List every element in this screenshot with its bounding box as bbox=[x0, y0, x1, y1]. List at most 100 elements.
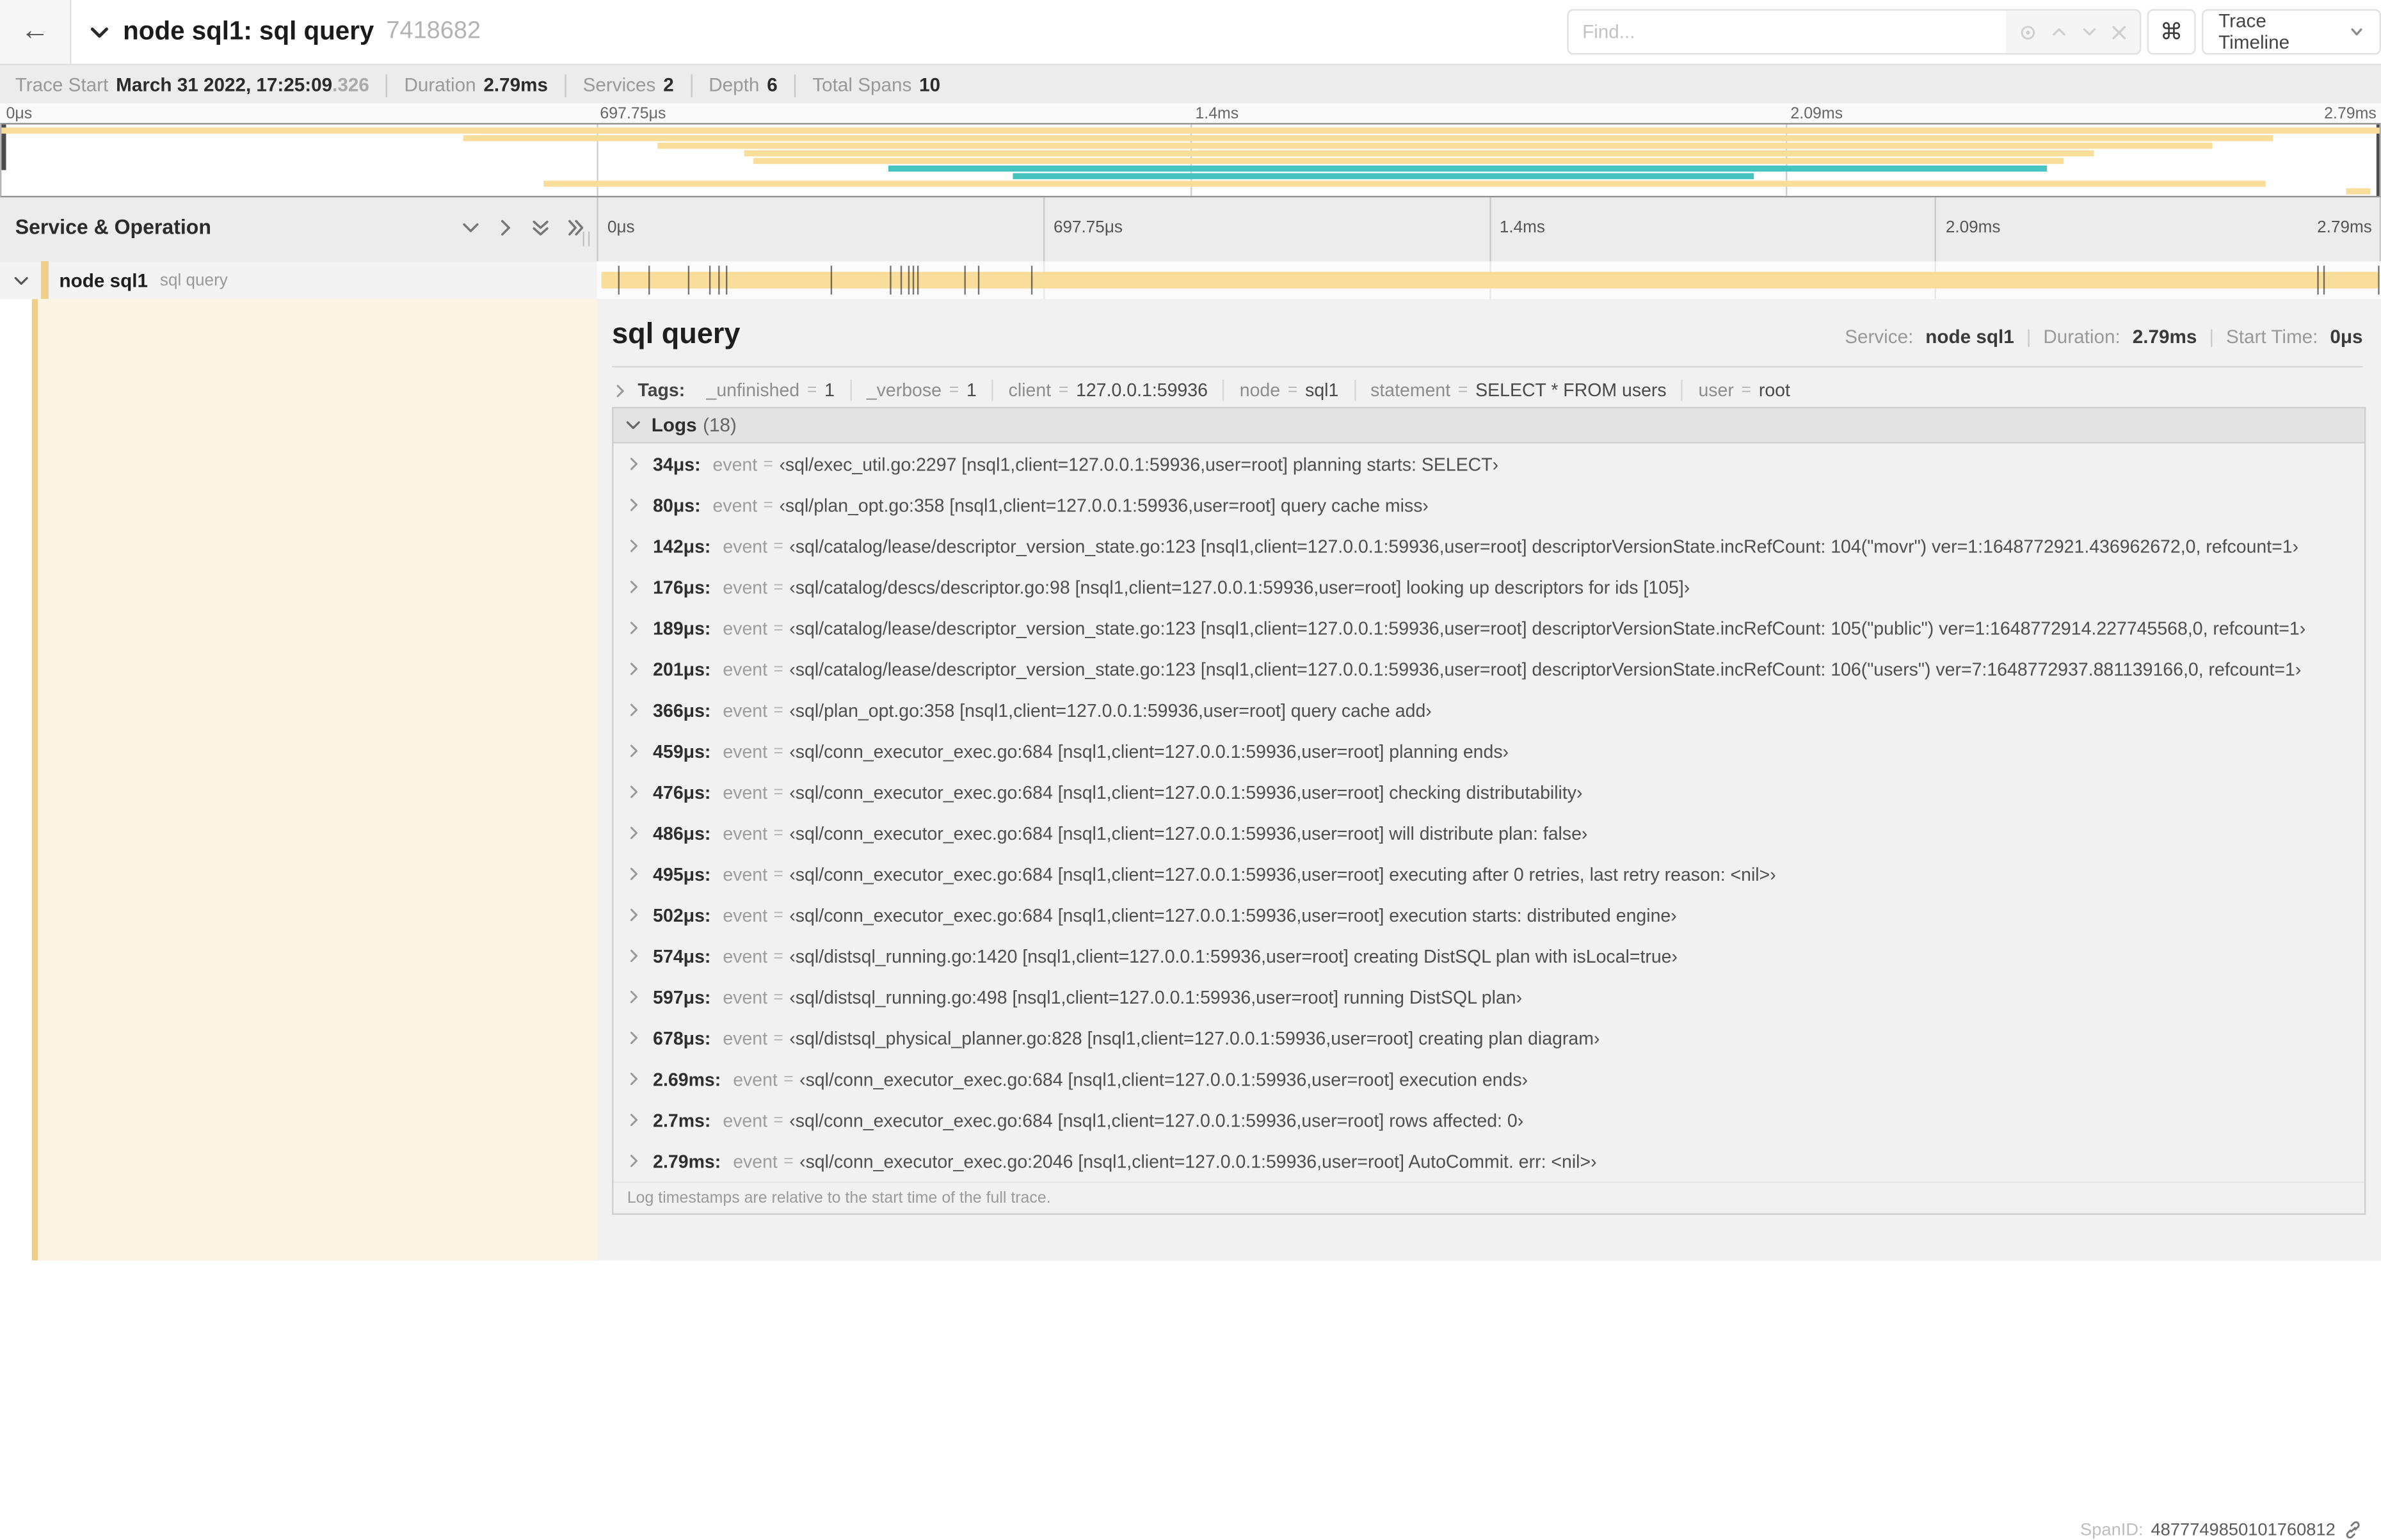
log-equals: = bbox=[773, 865, 783, 883]
tag-key: _verbose bbox=[866, 380, 942, 401]
log-marker-tick bbox=[2323, 266, 2325, 295]
trace-collapse-toggle[interactable] bbox=[88, 20, 111, 44]
chevron-down-icon[interactable] bbox=[12, 271, 30, 289]
log-row[interactable]: 2.79ms: event = ‹sql/conn_executor_exec.… bbox=[613, 1141, 2364, 1182]
depth-value: 6 bbox=[767, 74, 778, 96]
log-equals: = bbox=[773, 906, 783, 924]
span-row-name-cell[interactable]: node sql1 sql query bbox=[0, 261, 597, 301]
trace-title: node sql1: sql query bbox=[123, 17, 374, 46]
column-resizer-handle[interactable]: || bbox=[582, 231, 593, 248]
deep-link-icon[interactable] bbox=[2343, 1520, 2363, 1540]
service-color-strip bbox=[31, 299, 38, 1261]
clear-find-icon[interactable] bbox=[2111, 24, 2128, 40]
chevron-right-icon bbox=[625, 783, 642, 800]
locate-icon[interactable] bbox=[2018, 22, 2038, 42]
command-icon: ⌘ bbox=[2160, 19, 2183, 46]
log-row[interactable]: 366μs: event = ‹sql/plan_opt.go:358 [nsq… bbox=[613, 689, 2364, 730]
prev-match-icon[interactable] bbox=[2050, 23, 2068, 41]
log-equals: = bbox=[773, 824, 783, 842]
log-marker-tick bbox=[2317, 266, 2319, 295]
log-timestamp: 597μs: bbox=[653, 986, 711, 1008]
log-equals: = bbox=[783, 1151, 794, 1170]
log-row[interactable]: 678μs: event = ‹sql/distsql_physical_pla… bbox=[613, 1018, 2364, 1059]
collapse-one-icon[interactable] bbox=[460, 217, 481, 238]
logs-accordion: Logs (18) 34μs: event = ‹sql/exec_util.g… bbox=[612, 406, 2366, 1215]
minimap-canvas[interactable] bbox=[0, 123, 2381, 198]
tag-item: _unfinished = 1 bbox=[691, 380, 852, 401]
log-marker-tick bbox=[978, 266, 981, 295]
log-field-key: event bbox=[733, 1068, 778, 1090]
logs-header[interactable]: Logs (18) bbox=[613, 408, 2364, 444]
next-match-icon[interactable] bbox=[2080, 23, 2098, 41]
log-field-value: ‹sql/distsql_physical_planner.go:828 [ns… bbox=[789, 1027, 1600, 1049]
log-equals: = bbox=[773, 618, 783, 638]
log-field-key: event bbox=[723, 699, 768, 721]
minimap-span-bar bbox=[2346, 188, 2370, 195]
find-input[interactable] bbox=[1568, 10, 2007, 54]
log-marker-tick bbox=[890, 266, 892, 295]
log-timestamp: 574μs: bbox=[653, 945, 711, 967]
tag-key: user bbox=[1698, 380, 1734, 401]
log-row[interactable]: 486μs: event = ‹sql/conn_executor_exec.g… bbox=[613, 812, 2364, 853]
log-row[interactable]: 34μs: event = ‹sql/exec_util.go:2297 [ns… bbox=[613, 444, 2364, 485]
log-row[interactable]: 476μs: event = ‹sql/conn_executor_exec.g… bbox=[613, 771, 2364, 812]
log-row[interactable]: 574μs: event = ‹sql/distsql_running.go:1… bbox=[613, 935, 2364, 976]
span-id-row: SpanID: 4877749850101760812 bbox=[2080, 1520, 2362, 1540]
minimap-span-bar bbox=[743, 150, 2094, 157]
tag-item: client = 127.0.0.1:59936 bbox=[993, 380, 1225, 401]
log-equals: = bbox=[763, 495, 773, 515]
log-row[interactable]: 2.7ms: event = ‹sql/conn_executor_exec.g… bbox=[613, 1100, 2364, 1141]
log-marker-tick bbox=[687, 266, 689, 295]
minimap-right-scrubber[interactable] bbox=[2375, 124, 2380, 197]
log-field-value: ‹sql/exec_util.go:2297 [nsql1,client=127… bbox=[779, 453, 1499, 475]
view-selector-dropdown[interactable]: Trace Timeline bbox=[2202, 9, 2381, 55]
log-marker-tick bbox=[2377, 266, 2379, 295]
log-marker-tick bbox=[725, 266, 727, 295]
log-field-value: ‹sql/catalog/descs/descriptor.go:98 [nsq… bbox=[789, 576, 1690, 598]
back-button[interactable]: ← bbox=[0, 0, 72, 64]
log-row[interactable]: 201μs: event = ‹sql/catalog/lease/descri… bbox=[613, 648, 2364, 689]
log-row[interactable]: 189μs: event = ‹sql/catalog/lease/descri… bbox=[613, 607, 2364, 648]
chevron-down-icon bbox=[624, 416, 642, 434]
chevron-right-icon bbox=[625, 947, 642, 964]
timeline-header-row: Service & Operation || 0μs 697.75μs 1.4m… bbox=[0, 197, 2381, 263]
log-row[interactable]: 142μs: event = ‹sql/catalog/lease/descri… bbox=[613, 525, 2364, 566]
expand-one-icon[interactable] bbox=[495, 217, 516, 238]
log-row[interactable]: 597μs: event = ‹sql/distsql_running.go:4… bbox=[613, 976, 2364, 1017]
log-row[interactable]: 502μs: event = ‹sql/conn_executor_exec.g… bbox=[613, 894, 2364, 935]
log-marker-tick bbox=[963, 266, 966, 295]
span-row: node sql1 sql query bbox=[0, 261, 2381, 301]
keyboard-shortcuts-button[interactable]: ⌘ bbox=[2147, 9, 2196, 55]
tag-item: node = sql1 bbox=[1224, 380, 1356, 401]
minimap-tick: 697.75μs bbox=[600, 104, 666, 124]
log-row[interactable]: 80μs: event = ‹sql/plan_opt.go:358 [nsql… bbox=[613, 485, 2364, 525]
log-field-key: event bbox=[723, 576, 768, 598]
log-marker-tick bbox=[917, 266, 920, 295]
trace-start-label: Trace Start bbox=[15, 74, 109, 96]
chevron-right-icon bbox=[625, 456, 642, 472]
log-marker-tick bbox=[718, 266, 719, 295]
page-header: ← node sql1: sql query 7418682 Find... ⌘… bbox=[0, 0, 2381, 64]
chevron-right-icon bbox=[625, 1030, 642, 1047]
log-row[interactable]: 459μs: event = ‹sql/conn_executor_exec.g… bbox=[613, 730, 2364, 771]
log-row[interactable]: 176μs: event = ‹sql/catalog/descs/descri… bbox=[613, 566, 2364, 607]
collapse-all-icon[interactable] bbox=[530, 217, 551, 238]
log-field-key: event bbox=[723, 822, 768, 844]
span-detail-header[interactable]: sql query Service: node sql1 | Duration:… bbox=[612, 317, 2362, 357]
tag-value: 127.0.0.1:59936 bbox=[1076, 380, 1208, 401]
log-row[interactable]: 2.69ms: event = ‹sql/conn_executor_exec.… bbox=[613, 1059, 2364, 1100]
log-equals: = bbox=[773, 988, 783, 1006]
chevron-right-icon bbox=[625, 906, 642, 923]
services-value: 2 bbox=[663, 74, 674, 96]
timeline-gridline bbox=[1489, 197, 1491, 262]
chevron-right-icon bbox=[625, 865, 642, 882]
tags-accordion[interactable]: Tags: _unfinished = 1 _verbose = 1 clien… bbox=[612, 374, 2362, 407]
log-equals: = bbox=[783, 1070, 794, 1088]
span-row-timeline-cell[interactable] bbox=[597, 261, 2381, 301]
tag-value: SELECT * FROM users bbox=[1475, 380, 1667, 401]
trace-id: 7418682 bbox=[386, 18, 481, 44]
log-timestamp: 80μs: bbox=[653, 494, 701, 516]
span-duration-bar[interactable] bbox=[601, 271, 2378, 289]
log-timestamp: 201μs: bbox=[653, 658, 711, 680]
log-row[interactable]: 495μs: event = ‹sql/conn_executor_exec.g… bbox=[613, 853, 2364, 894]
